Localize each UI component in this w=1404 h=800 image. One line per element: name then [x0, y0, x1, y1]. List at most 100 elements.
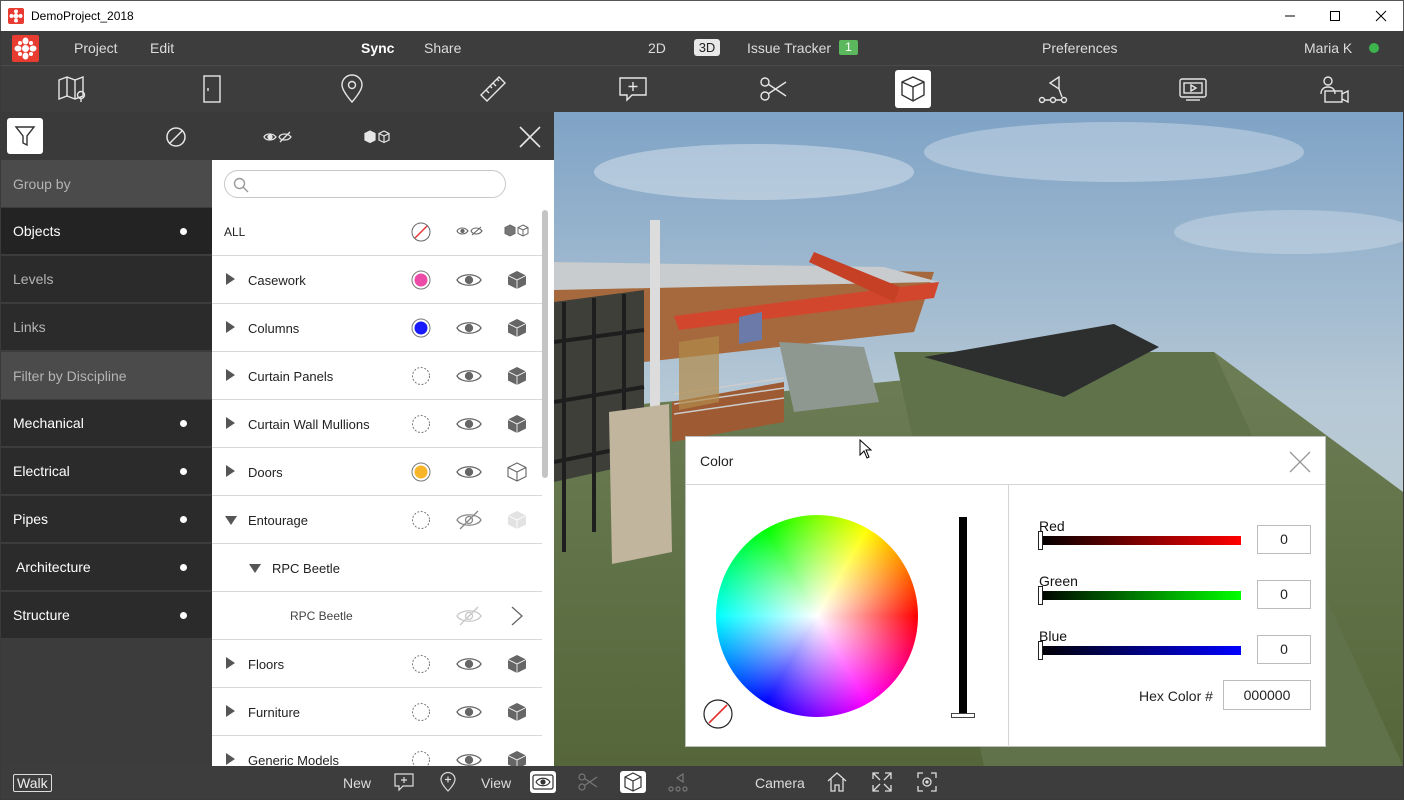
new-markup-icon[interactable] — [394, 772, 414, 792]
transparent-cube-icon[interactable] — [507, 462, 527, 482]
markup-comment-button[interactable] — [615, 70, 651, 108]
color-swatch-none[interactable] — [411, 414, 431, 434]
expand-arrow-icon[interactable] — [225, 705, 235, 717]
eye-icon[interactable] — [456, 272, 482, 288]
row-rpc-beetle-item[interactable]: RPC Beetle — [212, 592, 542, 640]
path-navigation-button[interactable] — [1035, 70, 1071, 108]
nav-item-objects[interactable]: Objects — [1, 208, 212, 255]
minimize-button[interactable] — [1267, 1, 1313, 32]
brightness-slider[interactable] — [959, 517, 967, 717]
row-entourage[interactable]: Entourage — [212, 496, 542, 544]
solid-cube-icon[interactable] — [507, 366, 527, 386]
red-slider[interactable] — [1039, 536, 1241, 545]
hex-color-input[interactable]: 000000 — [1223, 680, 1311, 710]
home-view-icon[interactable] — [827, 772, 847, 792]
solid-cube-icon[interactable] — [507, 414, 527, 434]
sheets-map-button[interactable] — [54, 70, 90, 108]
chevron-right-icon[interactable] — [511, 606, 523, 626]
fit-to-view-icon[interactable] — [872, 772, 892, 792]
3d-view-button[interactable] — [895, 70, 931, 108]
blue-value-input[interactable]: 0 — [1257, 635, 1311, 664]
filter-icon[interactable] — [7, 118, 43, 154]
color-swatch-none[interactable] — [411, 366, 431, 386]
user-name[interactable]: Maria K — [1304, 40, 1352, 56]
expand-arrow-icon[interactable] — [225, 465, 235, 477]
menu-edit[interactable]: Edit — [150, 40, 174, 56]
eye-icon[interactable] — [456, 656, 482, 672]
location-pin-button[interactable] — [334, 70, 370, 108]
eye-hidden-icon[interactable] — [456, 606, 482, 626]
row-curtain-wall-mullions[interactable]: Curtain Wall Mullions — [212, 400, 542, 448]
menu-issue-tracker[interactable]: Issue Tracker — [747, 40, 831, 56]
discipline-electrical[interactable]: Electrical — [1, 448, 212, 495]
discipline-pipes[interactable]: Pipes — [1, 496, 212, 543]
nav-item-links[interactable]: Links — [1, 304, 212, 351]
collapse-arrow-icon[interactable] — [249, 563, 261, 573]
close-dialog-icon[interactable] — [1288, 450, 1312, 474]
solid-cube-icon[interactable] — [507, 318, 527, 338]
solid-cube-icon[interactable] — [507, 270, 527, 290]
presentation-button[interactable] — [1175, 70, 1211, 108]
row-generic-models[interactable]: Generic Models — [212, 736, 542, 766]
green-slider[interactable] — [1039, 591, 1241, 600]
view-2d-toggle[interactable]: 2D — [648, 40, 666, 56]
solid-cube-icon[interactable] — [507, 654, 527, 674]
show-hide-all-icon[interactable] — [263, 126, 293, 148]
row-curtain-panels[interactable]: Curtain Panels — [212, 352, 542, 400]
expand-arrow-icon[interactable] — [225, 417, 235, 429]
expand-arrow-icon[interactable] — [225, 321, 235, 333]
eye-hidden-icon[interactable] — [456, 510, 482, 530]
eye-icon[interactable] — [456, 368, 482, 384]
discipline-architecture[interactable]: Architecture — [1, 544, 212, 591]
new-location-icon[interactable] — [440, 772, 456, 792]
row-rpc-beetle-group[interactable]: RPC Beetle — [212, 544, 542, 592]
red-slider-thumb[interactable] — [1038, 531, 1043, 550]
menu-sync[interactable]: Sync — [361, 40, 394, 56]
logo-icon[interactable] — [12, 35, 39, 62]
no-color-icon[interactable] — [703, 699, 733, 729]
eye-icon[interactable] — [456, 752, 482, 766]
nav-item-levels[interactable]: Levels — [1, 256, 212, 303]
color-swatch-none[interactable] — [411, 750, 431, 766]
eye-icon[interactable] — [456, 416, 482, 432]
brightness-handle[interactable] — [951, 713, 975, 718]
color-swatch-none[interactable] — [411, 702, 431, 722]
eye-icon[interactable] — [456, 464, 482, 480]
collapse-arrow-icon[interactable] — [225, 515, 237, 525]
no-color-icon[interactable] — [411, 222, 431, 242]
cutting-plane-button[interactable] — [755, 70, 791, 108]
red-value-input[interactable]: 0 — [1257, 525, 1311, 554]
row-all[interactable]: ALL — [212, 208, 542, 256]
discipline-mechanical[interactable]: Mechanical — [1, 400, 212, 447]
menu-project[interactable]: Project — [74, 40, 118, 56]
show-hide-all-icon[interactable] — [456, 224, 484, 238]
menu-share[interactable]: Share — [424, 40, 461, 56]
row-floors[interactable]: Floors — [212, 640, 542, 688]
section-box-button[interactable] — [194, 70, 230, 108]
close-window-button[interactable] — [1358, 1, 1404, 32]
search-input[interactable] — [224, 170, 506, 198]
expand-arrow-icon[interactable] — [225, 657, 235, 669]
visibility-eye-icon[interactable] — [530, 771, 556, 793]
discipline-structure[interactable]: Structure — [1, 592, 212, 639]
row-columns[interactable]: Columns — [212, 304, 542, 352]
blue-slider-thumb[interactable] — [1038, 641, 1043, 660]
color-swatch-orange[interactable] — [411, 462, 431, 482]
solid-cube-icon[interactable] — [507, 702, 527, 722]
expand-arrow-icon[interactable] — [225, 273, 235, 285]
solid-cube-icon[interactable] — [507, 750, 527, 766]
solid-transparent-all-icon[interactable] — [504, 224, 532, 238]
measure-ruler-button[interactable] — [475, 70, 511, 108]
expand-arrow-icon[interactable] — [225, 369, 235, 381]
row-furniture[interactable]: Furniture — [212, 688, 542, 736]
view-3d-toggle[interactable]: 3D — [694, 39, 720, 56]
color-wheel[interactable] — [716, 515, 918, 717]
list-scrollbar[interactable] — [542, 210, 548, 478]
green-slider-thumb[interactable] — [1038, 586, 1043, 605]
row-doors[interactable]: Doors — [212, 448, 542, 496]
clear-override-icon[interactable] — [165, 126, 187, 148]
solid-transparent-all-icon[interactable] — [363, 126, 393, 148]
focus-target-icon[interactable] — [917, 772, 937, 792]
color-swatch-none[interactable] — [411, 510, 431, 530]
maximize-button[interactable] — [1312, 1, 1358, 32]
